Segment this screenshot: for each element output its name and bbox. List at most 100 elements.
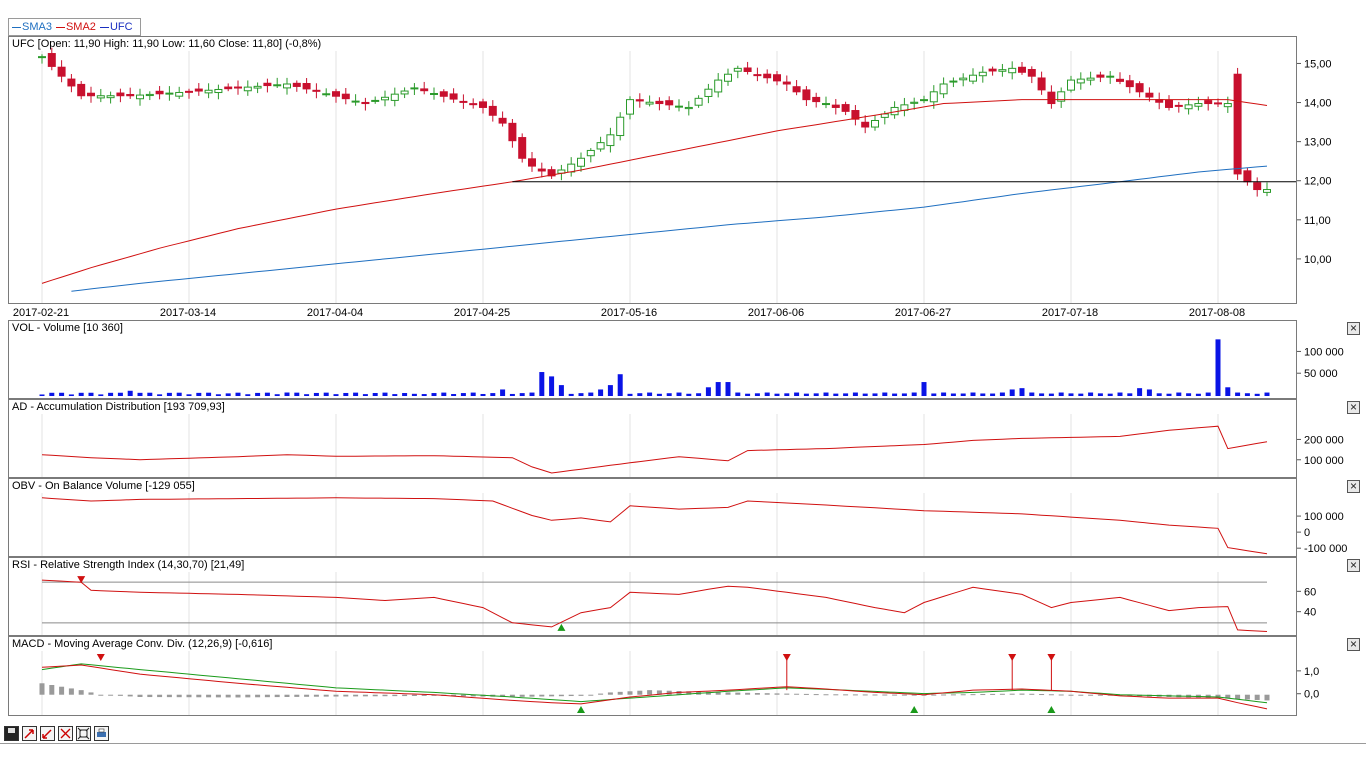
fit-icon[interactable] bbox=[76, 725, 91, 741]
y-tick-label: 13,00 bbox=[1304, 137, 1332, 149]
volume-bar bbox=[304, 394, 310, 396]
candle bbox=[341, 93, 350, 100]
volume-bar bbox=[725, 382, 731, 396]
macd-histogram-bar bbox=[578, 694, 584, 696]
candle bbox=[1067, 79, 1075, 91]
volume-bar bbox=[1254, 393, 1260, 396]
candle bbox=[488, 105, 497, 116]
volume-bar bbox=[117, 392, 123, 396]
close-macd-panel-button[interactable]: × bbox=[1347, 638, 1360, 651]
save-icon[interactable] bbox=[4, 725, 19, 741]
volume-bar bbox=[911, 392, 917, 396]
volume-bar bbox=[235, 392, 241, 396]
macd-histogram-bar bbox=[872, 694, 878, 696]
volume-bar bbox=[686, 393, 692, 396]
print-icon[interactable] bbox=[94, 725, 109, 741]
volume-bar bbox=[745, 393, 751, 396]
macd-histogram-bar bbox=[1097, 694, 1103, 696]
volume-chart[interactable] bbox=[9, 321, 1296, 398]
price-chart[interactable] bbox=[9, 37, 1296, 303]
candle bbox=[1116, 78, 1124, 82]
candle bbox=[479, 101, 487, 108]
candle bbox=[929, 91, 938, 103]
macd-histogram-bar bbox=[137, 694, 143, 697]
candle bbox=[1194, 103, 1203, 107]
candle bbox=[332, 91, 340, 97]
zoom-out-icon[interactable] bbox=[40, 725, 55, 741]
volume-bar bbox=[843, 393, 849, 396]
volume-bar bbox=[509, 393, 515, 396]
volume-bar bbox=[980, 393, 986, 396]
legend-label: UFC bbox=[109, 21, 133, 33]
zoom-in-icon[interactable] bbox=[22, 725, 37, 741]
macd-panel: MACD - Moving Average Conv. Div. (12,26,… bbox=[8, 636, 1297, 716]
volume-bar bbox=[990, 393, 996, 396]
ad-chart[interactable] bbox=[9, 400, 1296, 477]
macd-histogram-bar bbox=[1058, 694, 1064, 696]
volume-bar bbox=[441, 392, 447, 396]
x-tick-label: 2017-02-21 bbox=[13, 307, 69, 319]
volume-bar bbox=[764, 392, 770, 396]
candle bbox=[292, 82, 301, 87]
volume-bar bbox=[882, 392, 888, 396]
volume-bar bbox=[656, 393, 662, 396]
volume-bar bbox=[941, 392, 947, 396]
candle bbox=[234, 86, 242, 89]
candle bbox=[753, 74, 762, 77]
obv-chart[interactable] bbox=[9, 479, 1296, 556]
candle bbox=[508, 122, 517, 142]
volume-bar bbox=[892, 393, 898, 396]
macd-histogram-bar bbox=[206, 694, 212, 698]
volume-bar bbox=[431, 393, 437, 396]
macd-histogram-bar bbox=[598, 693, 604, 695]
macd-histogram-bar bbox=[255, 694, 261, 698]
macd-histogram-bar bbox=[617, 691, 623, 695]
macd-histogram-bar bbox=[382, 694, 388, 697]
candle bbox=[439, 91, 448, 97]
zoom-reset-icon[interactable] bbox=[58, 725, 73, 741]
volume-bar bbox=[245, 394, 251, 396]
candle bbox=[1027, 69, 1036, 77]
volume-bar bbox=[1215, 339, 1221, 396]
candle bbox=[263, 82, 272, 87]
close-ad-panel-button[interactable]: × bbox=[1347, 401, 1360, 414]
volume-bar bbox=[1048, 393, 1054, 396]
candle bbox=[273, 84, 282, 87]
y-tick-label: 100 000 bbox=[1304, 346, 1344, 358]
buy-marker bbox=[910, 706, 919, 713]
candle bbox=[165, 92, 174, 95]
candle bbox=[773, 74, 781, 82]
close-obv-panel-button[interactable]: × bbox=[1347, 480, 1360, 493]
volume-bar bbox=[1058, 392, 1064, 396]
volume-bar bbox=[588, 392, 594, 396]
close-volume-panel-button[interactable]: × bbox=[1347, 322, 1360, 335]
y-tick-label: 12,00 bbox=[1304, 176, 1332, 188]
macd-histogram-bar bbox=[333, 694, 339, 697]
candle bbox=[312, 89, 321, 92]
candle bbox=[498, 117, 507, 124]
macd-histogram-bar bbox=[39, 683, 45, 695]
candle bbox=[733, 67, 742, 72]
candle bbox=[831, 104, 840, 108]
volume-bar bbox=[813, 393, 819, 396]
candle bbox=[1165, 99, 1173, 108]
macd-chart[interactable] bbox=[9, 637, 1296, 715]
candle bbox=[792, 86, 801, 93]
volume-bar bbox=[676, 392, 682, 396]
volume-bar bbox=[313, 392, 319, 396]
volume-bar bbox=[637, 393, 643, 396]
volume-bar bbox=[999, 392, 1005, 396]
volume-bar bbox=[59, 392, 65, 396]
macd-histogram-bar bbox=[372, 694, 378, 697]
macd-histogram-bar bbox=[1029, 693, 1035, 695]
macd-histogram-bar bbox=[1078, 694, 1084, 696]
candle bbox=[381, 96, 389, 101]
y-tick-label: 15,00 bbox=[1304, 58, 1332, 70]
volume-bar bbox=[578, 393, 584, 396]
rsi-chart[interactable] bbox=[9, 558, 1296, 635]
volume-bar bbox=[333, 394, 339, 396]
volume-bar bbox=[362, 394, 368, 396]
volume-bar bbox=[49, 392, 55, 396]
close-rsi-panel-button[interactable]: × bbox=[1347, 559, 1360, 572]
macd-histogram-bar bbox=[558, 694, 564, 697]
